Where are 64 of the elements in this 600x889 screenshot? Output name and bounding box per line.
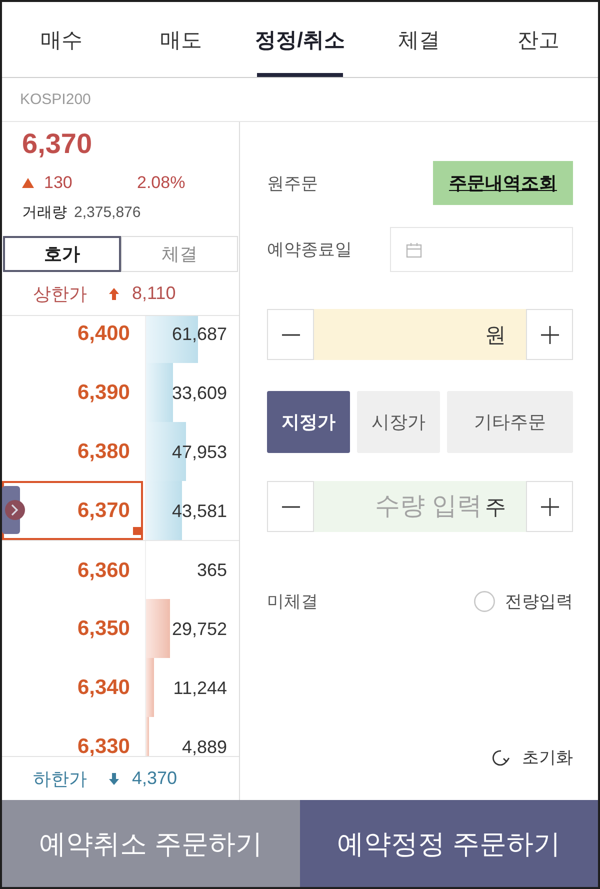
order-quantity: 47,953	[172, 442, 227, 460]
volume-value: 2,375,876	[74, 204, 141, 220]
order-price-button[interactable]: 6,390	[2, 363, 143, 422]
original-order-label: 원주문	[267, 172, 318, 194]
calendar-icon	[406, 242, 422, 258]
tab[interactable]: 매수	[2, 2, 122, 77]
quantity-field[interactable]: 수량 입력	[314, 481, 482, 532]
change-rate: 2.08%	[137, 173, 186, 193]
full-quantity-option[interactable]: 전량입력	[474, 590, 573, 612]
end-date-label: 예약종료일	[267, 239, 352, 261]
lower-limit-price: 4,370	[132, 768, 178, 789]
date-field[interactable]	[390, 227, 573, 272]
refresh-icon	[492, 748, 510, 766]
plus-icon	[540, 498, 558, 516]
reset-button[interactable]: 초기화	[492, 745, 573, 770]
minus-icon	[282, 506, 300, 508]
unit-label: 원	[482, 309, 526, 360]
corner-marker-icon	[133, 527, 141, 535]
order-quantity: 29,752	[172, 620, 227, 638]
order-type-button[interactable]: 기타주문	[447, 391, 573, 453]
instrument-name: KOSPI200	[20, 91, 91, 108]
order-submit-button[interactable]: 예약정정 주문하기	[300, 800, 598, 887]
order-price-button[interactable]: 6,360	[2, 541, 143, 599]
up-triangle-icon	[22, 178, 34, 188]
up-arrow-icon	[109, 288, 119, 300]
book-tab[interactable]: 체결	[121, 236, 238, 272]
order-history-button[interactable]: 주문내역조회	[433, 161, 573, 205]
side-handle-icon[interactable]	[2, 486, 26, 534]
unfilled-label: 미체결	[267, 590, 318, 612]
order-quantity: 365	[196, 561, 227, 579]
order-submit-button[interactable]: 예약취소 주문하기	[2, 800, 300, 887]
order-quantity: 61,687	[172, 324, 227, 342]
upper-limit-price: 8,110	[132, 283, 176, 304]
order-price-button[interactable]: 6,400	[2, 316, 143, 363]
order-type-button[interactable]: 시장가	[357, 391, 440, 453]
plus-icon	[540, 326, 558, 344]
order-quantity: 33,609	[172, 384, 227, 402]
order-quantity: 11,244	[173, 678, 227, 696]
upper-limit-label: 상한가	[33, 282, 87, 306]
tab[interactable]: 매도	[121, 2, 240, 77]
price-field[interactable]	[314, 309, 482, 360]
decrease-button[interactable]	[267, 481, 314, 532]
increase-button[interactable]	[526, 309, 573, 360]
price-change: 130	[44, 173, 74, 193]
order-price-button[interactable]: 6,340	[2, 658, 143, 717]
order-quantity: 43,581	[172, 502, 227, 520]
increase-button[interactable]	[526, 481, 573, 532]
unit-label: 주	[482, 481, 526, 532]
order-quantity: 4,889	[182, 738, 227, 756]
tab[interactable]: 체결	[360, 2, 479, 77]
order-price-button[interactable]: 6,380	[2, 422, 143, 481]
book-tab[interactable]: 호가	[3, 236, 121, 272]
lower-limit-label: 하한가	[33, 768, 87, 790]
volume-label: 거래량	[22, 202, 67, 222]
minus-icon	[282, 334, 300, 336]
order-price-button[interactable]: 6,350	[2, 599, 143, 658]
tab[interactable]: 잔고	[478, 2, 598, 77]
current-price: 6,370	[22, 129, 92, 159]
down-arrow-icon	[109, 772, 119, 784]
tab[interactable]: 정정/취소	[240, 2, 360, 77]
order-price-button[interactable]: 6,370	[2, 481, 143, 540]
decrease-button[interactable]	[267, 309, 314, 360]
order-price-button[interactable]: 6,330	[2, 717, 143, 756]
order-type-button[interactable]: 지정가	[267, 391, 350, 453]
